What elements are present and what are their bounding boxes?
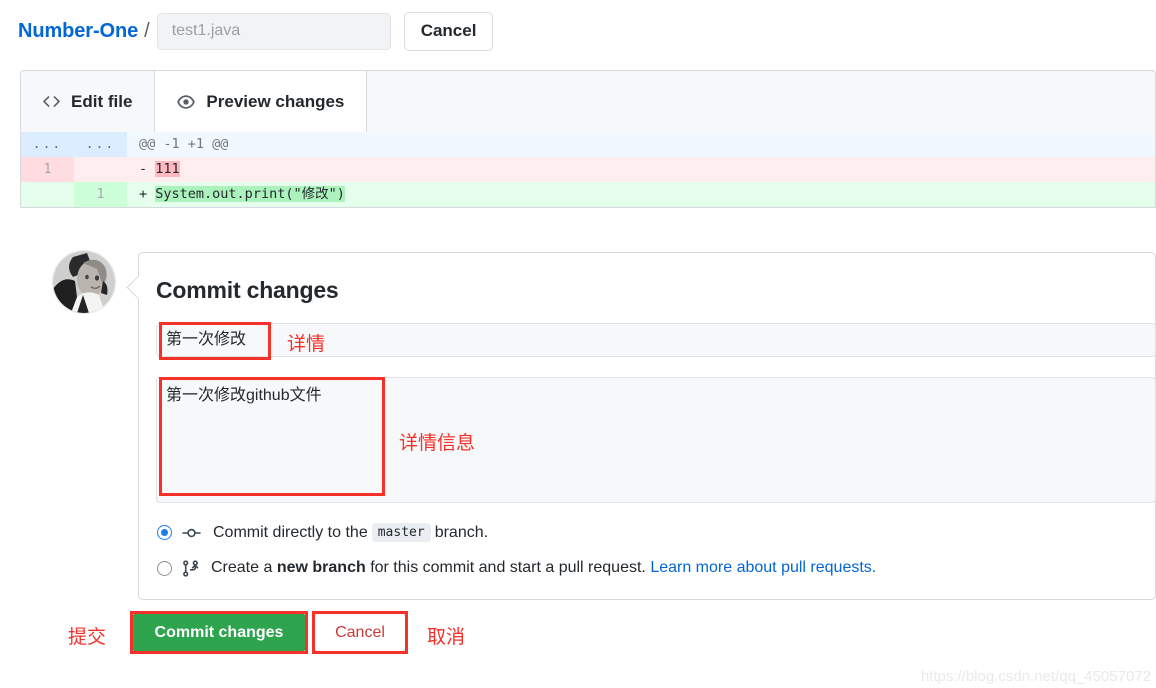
commit-subject-value: 第一次修改: [166, 331, 247, 348]
diff-row-deletion: 1 - 111: [21, 157, 1155, 182]
commit-dot-icon: [182, 525, 201, 541]
repo-breadcrumb-link[interactable]: Number-One: [18, 20, 138, 43]
tab-edit-file-label: Edit file: [71, 91, 133, 111]
diff-row-hunk: ... ... @@ -1 +1 @@: [21, 132, 1155, 157]
eye-icon: [177, 93, 196, 111]
diff-deleted-line: - 111: [127, 157, 1155, 182]
annotation-label-subject: 详情: [287, 334, 326, 355]
option-create-branch[interactable]: Create a new branch for this commit and …: [157, 559, 876, 577]
radio-commit-directly[interactable]: [157, 525, 172, 540]
annotation-label-submit: 提交: [68, 627, 107, 648]
filename-input[interactable]: test1.java: [156, 12, 391, 50]
diff-old-lineno: ...: [21, 132, 74, 157]
option-commit-directly[interactable]: Commit directly to the master branch.: [157, 523, 488, 542]
diff-new-lineno: ...: [74, 132, 127, 157]
option-create-branch-strong: new branch: [276, 559, 366, 576]
editor-tabbar: Edit file Preview changes: [20, 70, 1156, 132]
option-create-branch-prefix: Create a: [211, 559, 273, 576]
commit-description-textarea[interactable]: 第一次修改github文件: [156, 377, 1156, 503]
annotation-label-body: 详情信息: [399, 433, 476, 454]
branch-fork-icon: [182, 559, 199, 577]
breadcrumb-separator: /: [144, 19, 150, 42]
pull-requests-learn-more-link[interactable]: Learn more about pull requests.: [650, 559, 876, 577]
branch-name-chip: master: [371, 523, 431, 542]
code-brackets-icon: [43, 93, 60, 110]
commit-cancel-button[interactable]: Cancel: [314, 613, 406, 652]
speech-bubble-arrow: [126, 275, 151, 300]
diff-row-addition: 1 + System.out.print("修改"): [21, 182, 1155, 207]
tab-preview-changes-label: Preview changes: [206, 91, 345, 111]
user-avatar[interactable]: [52, 250, 116, 314]
tab-edit-file[interactable]: Edit file: [21, 71, 156, 132]
diff-hunk-header: @@ -1 +1 @@: [139, 136, 229, 152]
diff-viewer: ... ... @@ -1 +1 @@ 1 - 111 1 + System.o…: [20, 132, 1156, 208]
commit-changes-panel: Commit changes 第一次修改 第一次修改github文件 Commi…: [126, 252, 1156, 600]
tab-preview-changes[interactable]: Preview changes: [154, 71, 368, 132]
commit-description-value: 第一次修改github文件: [166, 387, 322, 404]
watermark: https://blog.csdn.net/qq_45057072: [920, 668, 1151, 685]
diff-new-lineno: 1: [74, 182, 127, 207]
commit-changes-submit-button[interactable]: Commit changes: [132, 613, 306, 652]
option-commit-directly-suffix: branch.: [434, 523, 489, 541]
option-commit-directly-prefix: Commit directly to the: [213, 523, 368, 541]
page-header: Number-One / test1.java Cancel: [0, 0, 1156, 62]
diff-old-lineno: 1: [21, 157, 74, 182]
diff-sign-minus: -: [139, 161, 148, 177]
header-cancel-button[interactable]: Cancel: [403, 11, 494, 51]
commit-panel-title: Commit changes: [156, 277, 339, 303]
tabbar-filler: [367, 71, 1155, 132]
diff-added-line: + System.out.print("修改"): [127, 182, 1155, 207]
filename-value: test1.java: [171, 22, 241, 39]
annotation-label-cancel: 取消: [427, 627, 466, 648]
radio-create-branch[interactable]: [157, 560, 172, 576]
diff-sign-plus: +: [139, 186, 148, 202]
option-create-branch-suffix: for this commit and start a pull request…: [370, 559, 646, 576]
diff-deleted-text: 111: [155, 161, 180, 177]
diff-added-text: System.out.print("修改"): [155, 186, 345, 202]
